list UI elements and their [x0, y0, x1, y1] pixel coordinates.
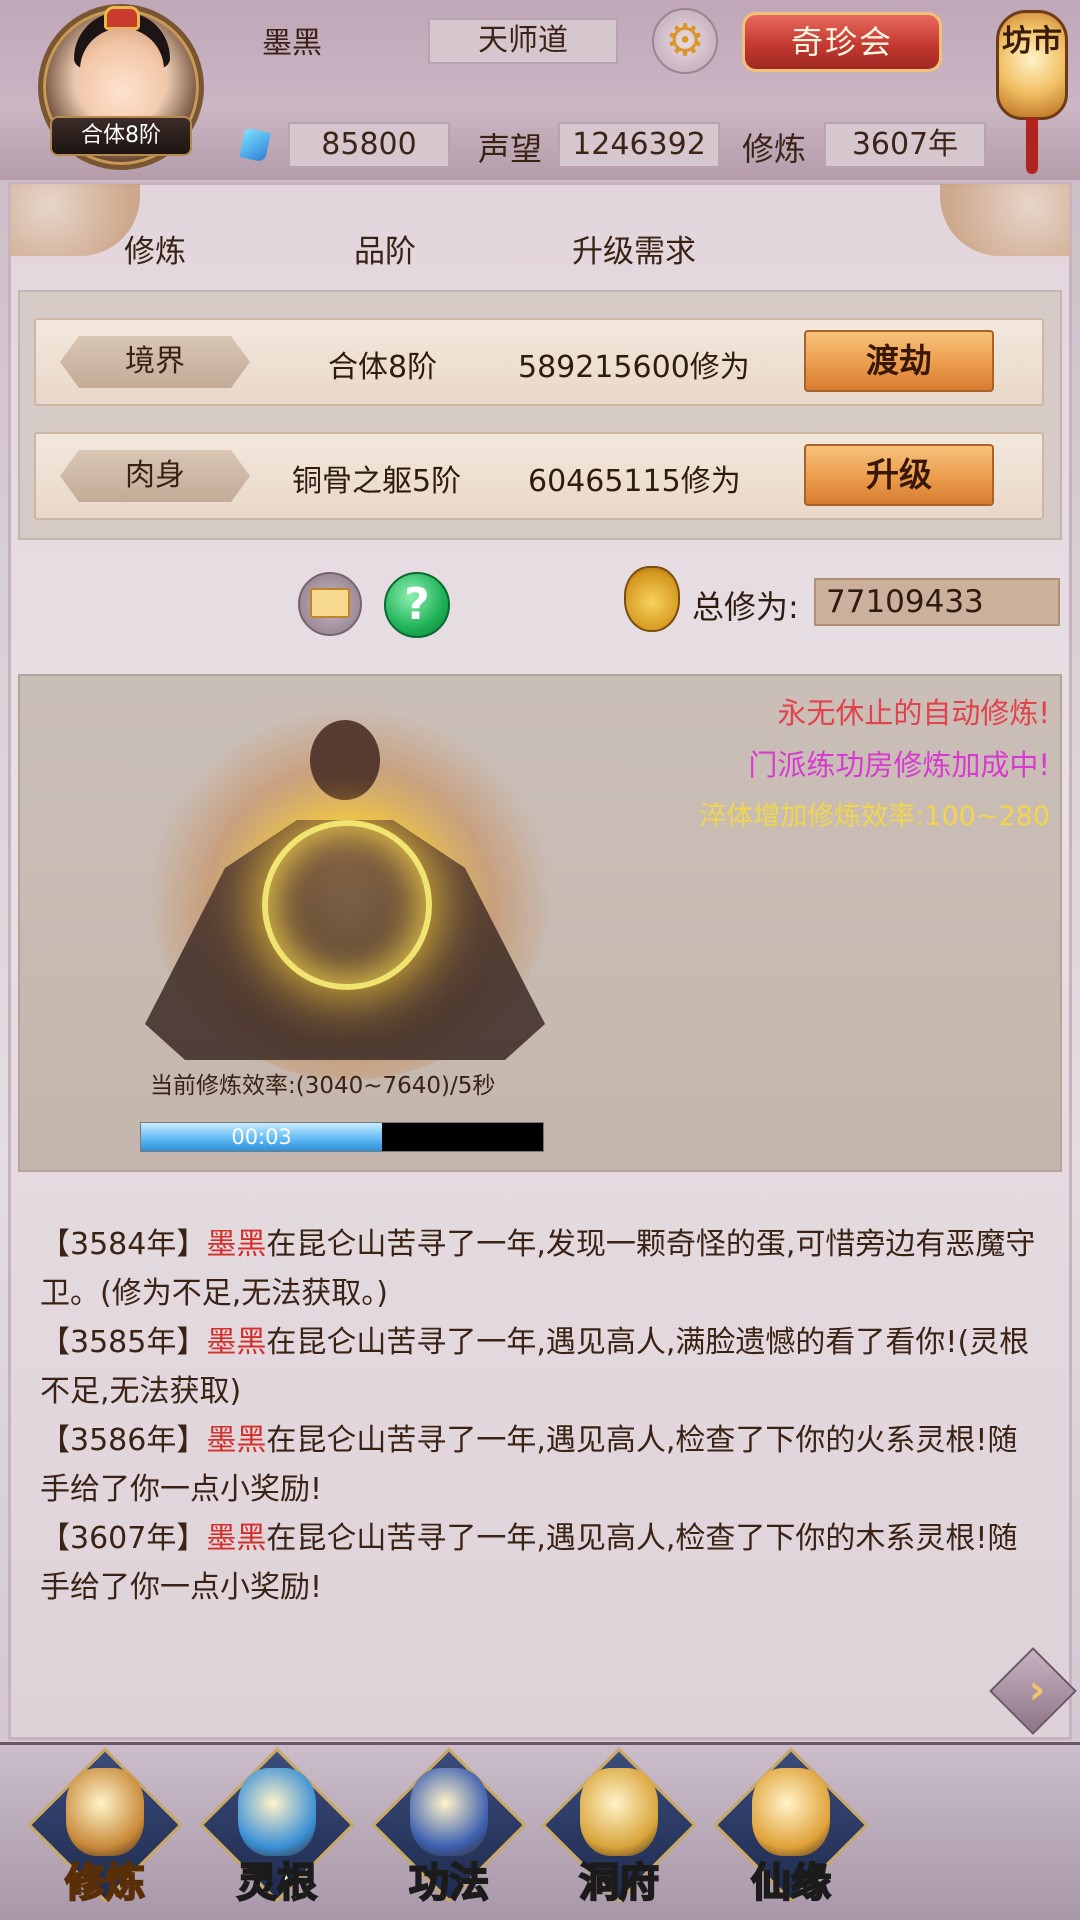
- nav-item-4[interactable]: 仙缘: [713, 1747, 869, 1908]
- spirit-stone-count: 85800: [288, 122, 450, 168]
- log-entry: 【3584年】墨黑在昆仑山苦寻了一年,发现一颗奇怪的蛋,可惜旁边有恶魔守卫。(修…: [40, 1220, 1044, 1318]
- gear-icon: ⚙: [665, 15, 705, 66]
- tribulation-button[interactable]: 渡劫: [804, 330, 994, 392]
- log-year: 【3584年】: [40, 1227, 207, 1262]
- realm-grade: 合体8阶: [328, 350, 438, 385]
- body-requirement: 60465115修为: [528, 464, 741, 499]
- nav-item-2[interactable]: 功法: [371, 1747, 527, 1908]
- envelope-icon: [310, 588, 350, 618]
- log-entry: 【3607年】墨黑在昆仑山苦寻了一年,遇见高人,检查了下你的木系灵根!随手给了你…: [40, 1514, 1044, 1612]
- tempering-bonus-message: 淬体增加修炼效率:100~280: [699, 801, 1050, 832]
- total-cultivation-value: 77109433: [814, 578, 1060, 626]
- nav-label: 修炼: [64, 1858, 146, 1907]
- avatar-crown: [104, 6, 140, 30]
- header-grade: 品阶: [354, 234, 416, 270]
- body-row-label: 肉身: [60, 450, 250, 502]
- nav-label: 灵根: [236, 1858, 318, 1907]
- nav-item-1[interactable]: 灵根: [199, 1747, 355, 1908]
- cultivation-label: 修炼: [742, 130, 807, 168]
- body-grade: 铜骨之躯5阶: [292, 464, 462, 499]
- log-year: 【3607年】: [40, 1521, 207, 1556]
- monk-icon: [66, 1768, 144, 1856]
- lantern-tassel: [1026, 118, 1038, 174]
- header-requirement: 升级需求: [572, 234, 696, 270]
- book-icon: [410, 1768, 488, 1856]
- total-cultivation-label: 总修为:: [692, 588, 799, 626]
- nav-label: 洞府: [578, 1858, 660, 1907]
- reputation-label: 声望: [478, 130, 543, 168]
- log-entry: 【3586年】墨黑在昆仑山苦寻了一年,遇见高人,检查了下你的火系灵根!随手给了你…: [40, 1416, 1044, 1514]
- realm-row-label: 境界: [60, 336, 250, 388]
- log-player-name: 墨黑: [206, 1227, 267, 1262]
- cultivation-progress-bar: 00:03: [140, 1122, 544, 1152]
- question-icon: ?: [404, 579, 430, 630]
- energy-orb: [262, 820, 432, 990]
- nav-label: 功法: [408, 1858, 490, 1907]
- settings-button[interactable]: ⚙: [652, 8, 718, 74]
- player-name: 墨黑: [262, 26, 322, 61]
- sect-bonus-message: 门派练功房修炼加成中!: [748, 748, 1050, 782]
- avatar-face: [80, 28, 164, 126]
- nav-label: 仙缘: [750, 1858, 832, 1907]
- upgrade-button[interactable]: 升级: [804, 444, 994, 506]
- yin-yang-sword-icon: [238, 1768, 316, 1856]
- log-year: 【3585年】: [40, 1325, 207, 1360]
- treasure-auction-button[interactable]: 奇珍会: [742, 12, 942, 72]
- pavilion-icon: [580, 1768, 658, 1856]
- log-player-name: 墨黑: [206, 1325, 267, 1360]
- money-bag-icon: [624, 566, 680, 632]
- cultivation-rate: 当前修炼效率:(3040~7640)/5秒: [150, 1073, 496, 1099]
- cultivation-years: 3607年: [824, 122, 986, 168]
- log-year: 【3586年】: [40, 1423, 207, 1458]
- log-entry: 【3585年】墨黑在昆仑山苦寻了一年,遇见高人,满脸遗憾的看了看你!(灵根不足,…: [40, 1318, 1044, 1416]
- chevron-right-icon: ›: [1028, 1667, 1046, 1713]
- gourd-icon: [752, 1768, 830, 1856]
- header-cultivation: 修炼: [124, 234, 186, 270]
- event-log: 【3584年】墨黑在昆仑山苦寻了一年,发现一颗奇怪的蛋,可惜旁边有恶魔守卫。(修…: [40, 1220, 1044, 1612]
- realm-requirement: 589215600修为: [518, 350, 750, 385]
- progress-timer: 00:03: [231, 1125, 292, 1149]
- log-player-name: 墨黑: [206, 1521, 267, 1556]
- reputation-value: 1246392: [558, 122, 720, 168]
- nav-item-0[interactable]: 修炼: [27, 1747, 183, 1908]
- realm-badge: 合体8阶: [50, 116, 192, 156]
- auto-cultivation-message: 永无休止的自动修炼!: [777, 696, 1050, 730]
- sect-name: 天师道: [428, 18, 618, 64]
- nav-item-3[interactable]: 洞府: [541, 1747, 697, 1908]
- market-lantern-label: 坊市: [1002, 24, 1062, 59]
- help-button[interactable]: ?: [384, 572, 450, 638]
- log-player-name: 墨黑: [206, 1423, 267, 1458]
- meditating-figure-head: [310, 720, 380, 800]
